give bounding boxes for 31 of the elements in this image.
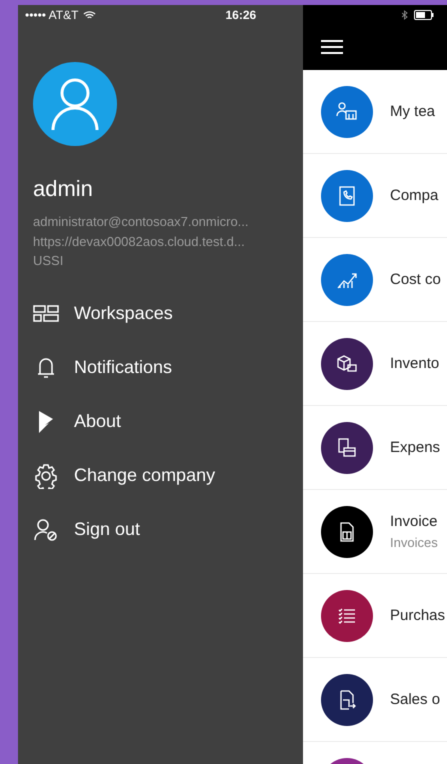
menu-item[interactable]: Workspaces (33, 286, 303, 340)
menu-icon[interactable] (321, 39, 343, 55)
status-time: 16:26 (225, 8, 256, 22)
user-name: admin (33, 176, 94, 202)
menu-item[interactable]: Change company (33, 448, 303, 502)
workspace-title[interactable]: Cost co (390, 271, 441, 288)
workspace-title[interactable]: Compa (390, 187, 438, 204)
bluetooth-icon (402, 10, 408, 20)
workspace-icon[interactable] (321, 506, 373, 558)
person-blocked-icon (33, 516, 59, 542)
workspace-title[interactable]: Purchas (390, 607, 446, 624)
workspace-title[interactable]: Expens (390, 439, 440, 456)
account-detail: administrator@contosoax7.onmicro... (33, 213, 250, 231)
workspace-icon[interactable] (321, 590, 373, 642)
account-detail: https://devax00082aos.cloud.test.d... (33, 232, 246, 251)
menu-item[interactable]: Notifications (33, 340, 303, 394)
workspace-icon[interactable] (321, 674, 373, 726)
gear-icon (33, 462, 59, 488)
carrier-name: ••••• AT&T (25, 8, 78, 22)
account-detail: USSI (33, 252, 64, 270)
workspace-subtitle: Invoices (390, 535, 438, 550)
workspace-icon[interactable] (321, 338, 373, 390)
workspace-title[interactable]: Invento (390, 355, 440, 372)
wifi-icon (83, 10, 96, 20)
menu-item[interactable]: About (33, 394, 303, 448)
battery-icon (414, 10, 434, 20)
workspace-icon[interactable] (321, 422, 373, 474)
workspace-title[interactable]: Invoice (390, 513, 438, 530)
workspace-title[interactable]: Sales o (390, 691, 440, 708)
menu-item[interactable]: Sign out (33, 502, 303, 556)
workspace-title[interactable]: My tea (390, 103, 436, 120)
